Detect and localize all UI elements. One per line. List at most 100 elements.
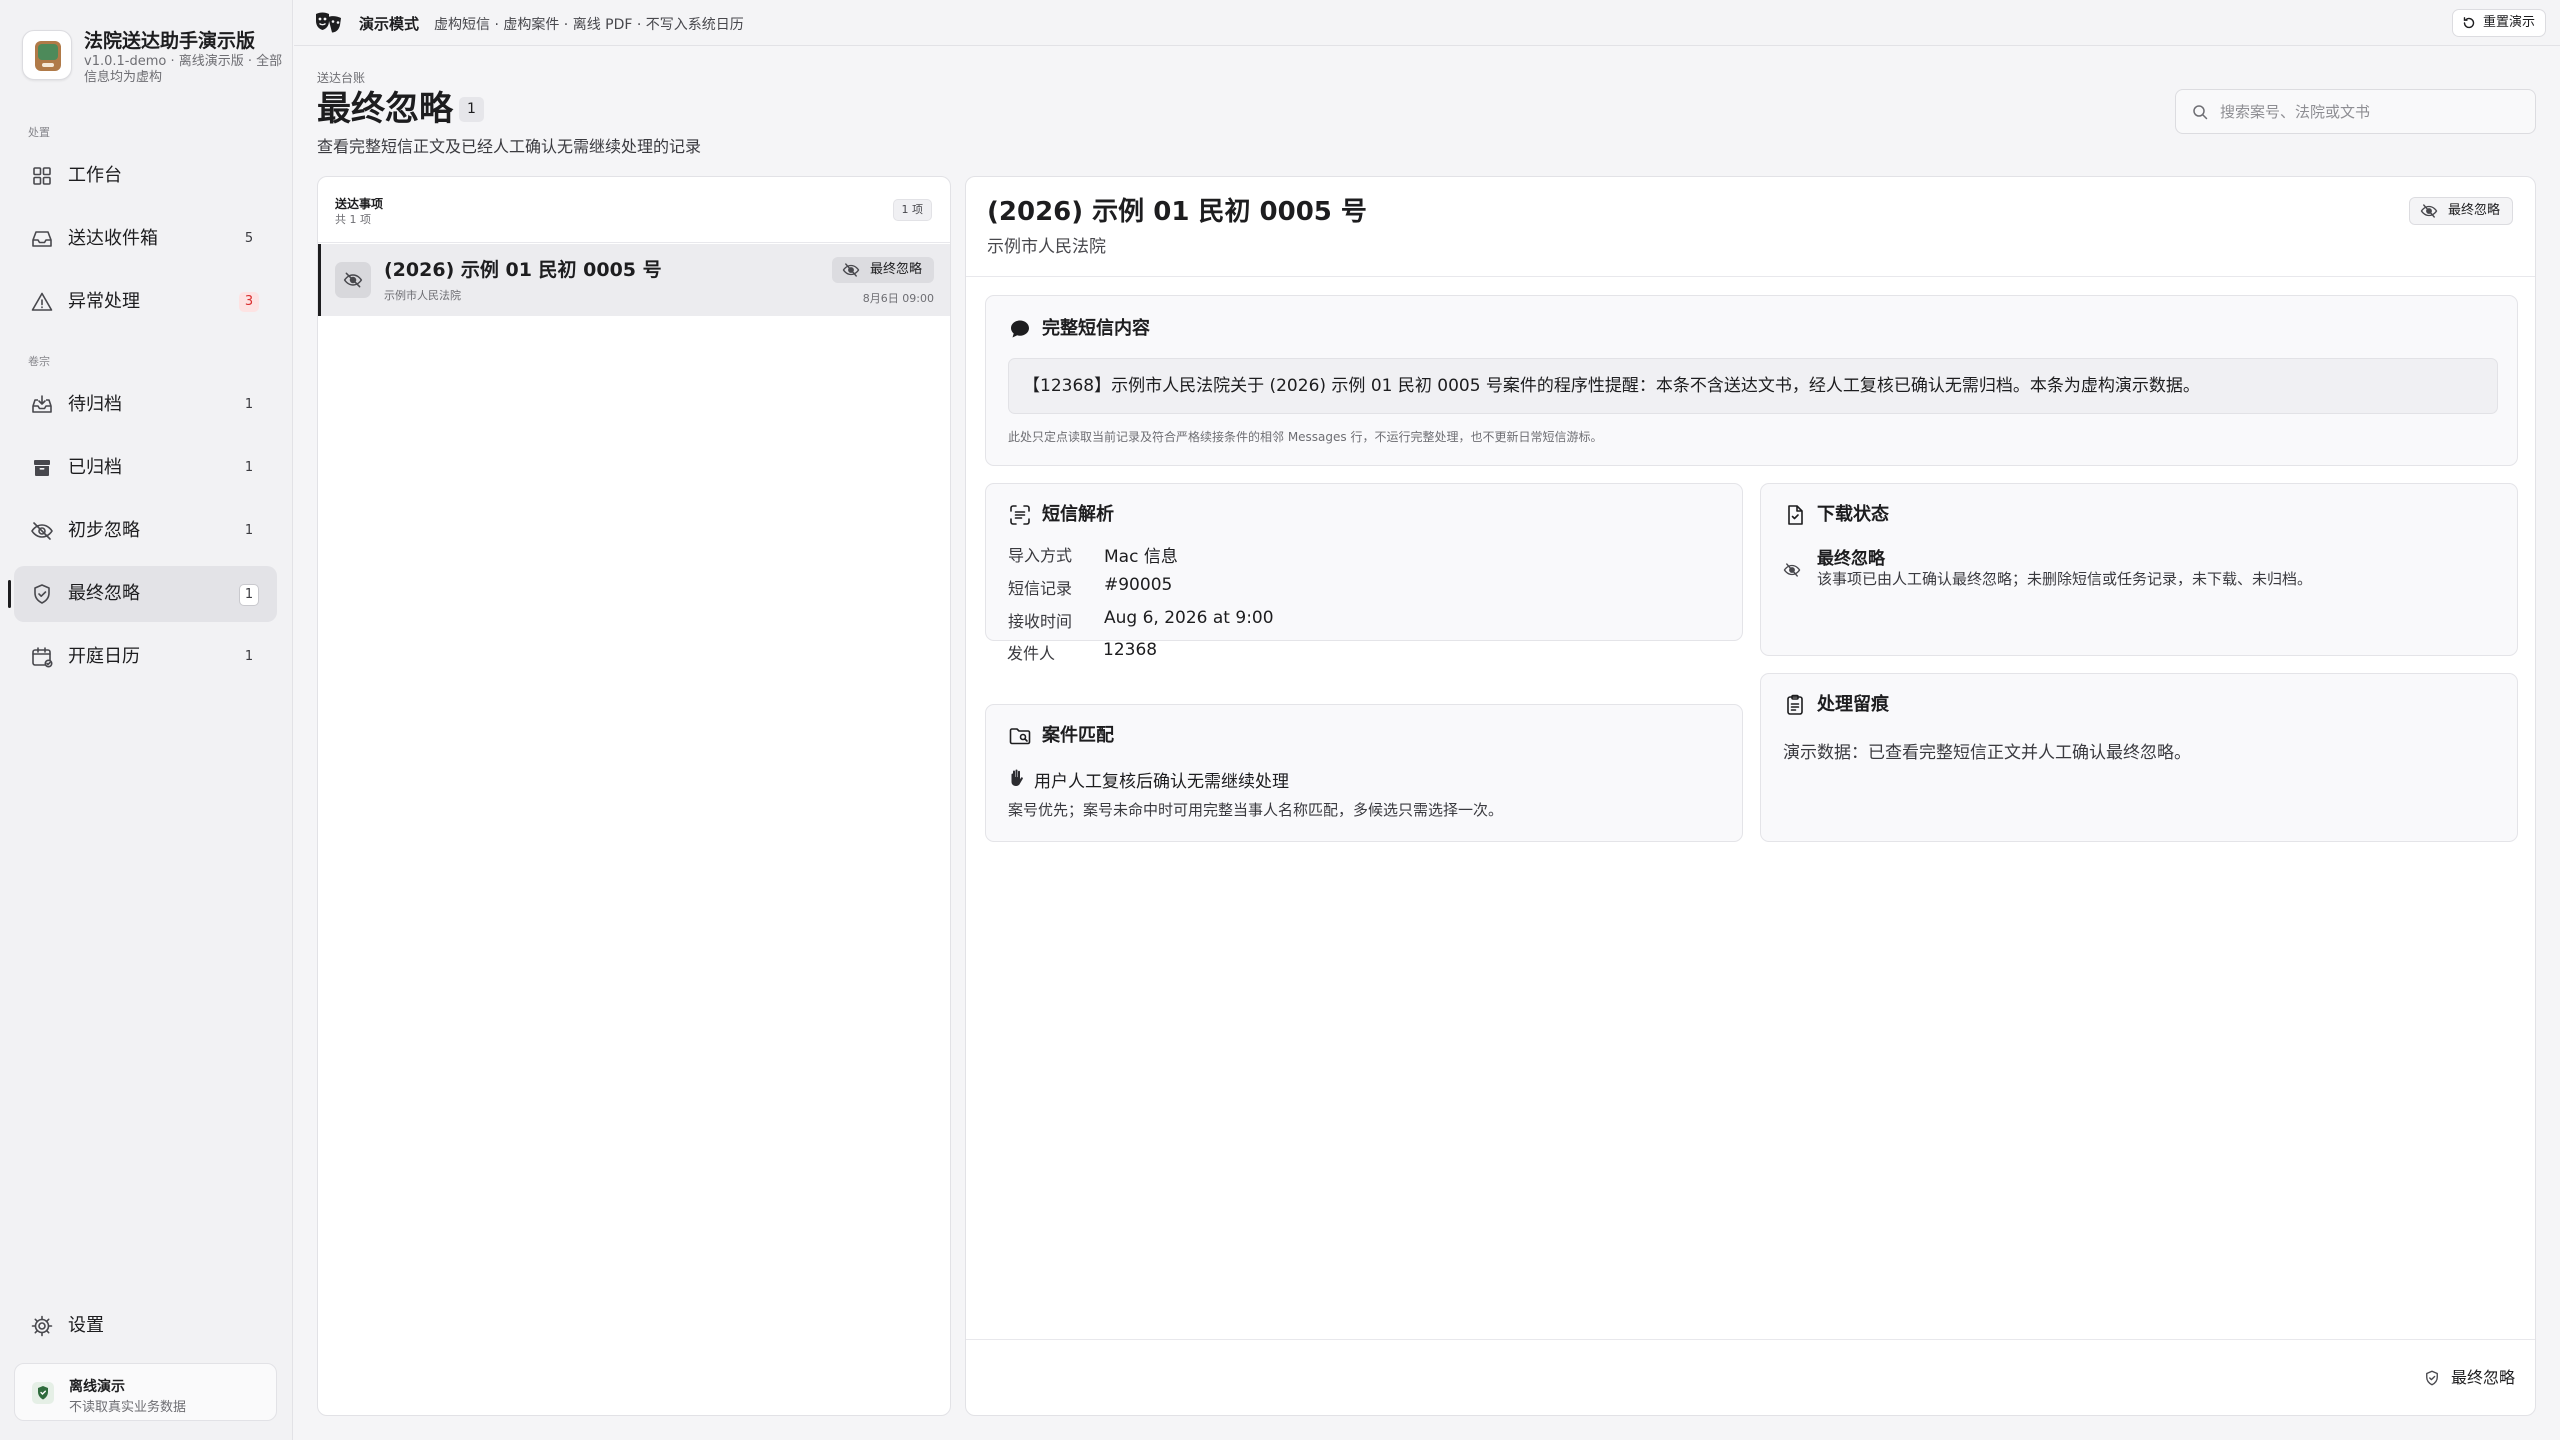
sidebar-item-pending-archive[interactable]: 待归档 1	[14, 377, 277, 433]
status-badge: 最终忽略	[831, 257, 934, 283]
sidebar-item-label: 工作台	[68, 165, 122, 186]
detail-court: 示例市人民法院	[987, 237, 1106, 257]
sms-content-card: 完整短信内容 【12368】示例市人民法院关于 (2026) 示例 01 民初 …	[985, 295, 2518, 466]
sidebar-item-workbench[interactable]: 工作台	[14, 148, 277, 204]
card-title: 案件匹配	[1008, 723, 1114, 749]
inbox-icon	[30, 227, 54, 251]
sidebar: 法院送达助手演示版 v1.0.1-demo · 离线演示版 · 全部信息均为虚构…	[0, 0, 293, 1440]
offline-status: 离线演示 不读取真实业务数据	[14, 1363, 277, 1421]
brand: 法院送达助手演示版 v1.0.1-demo · 离线演示版 · 全部信息均为虚构	[22, 26, 284, 90]
demo-banner: 演示模式 虚构短信 · 虚构案件 · 离线 PDF · 不写入系统日历 重置演示	[294, 0, 2560, 46]
status-badge-label: 最终忽略	[869, 262, 922, 277]
list-count-badge: 1 项	[892, 199, 932, 221]
sidebar-item-inbox[interactable]: 送达收件箱 5	[14, 211, 277, 267]
offline-subtitle: 不读取真实业务数据	[69, 1400, 187, 1415]
list-item-court: 示例市人民法院	[384, 289, 461, 302]
sidebar-item-settings[interactable]: 设置	[14, 1298, 277, 1354]
download-status-card: 下载状态 最终忽略 该事项已由人工确认最终忽略；未删除短信或任务记录，未下载、未…	[1760, 483, 2518, 656]
reset-demo-button[interactable]: 重置演示	[2451, 9, 2546, 37]
nav-section-process: 处置	[28, 126, 50, 139]
download-status-description: 该事项已由人工确认最终忽略；未删除短信或任务记录，未下载、未归档。	[1817, 570, 2313, 588]
card-title: 完整短信内容	[1008, 316, 1150, 342]
refresh-icon	[2462, 16, 2476, 30]
final-ignore-count: 1	[239, 584, 259, 606]
case-match-card: 案件匹配 用户人工复核后确认无需继续处理 案号优先；案号未命中时可用完整当事人名…	[985, 704, 1743, 842]
card-title-label: 完整短信内容	[1042, 318, 1150, 339]
shield-icon	[31, 1381, 55, 1405]
list-item-time: 8月6日 09:00	[862, 292, 934, 305]
item-list-panel: 送达事项 共 1 项 1 项 (2026) 示例 01 民初 0005 号 示例…	[317, 176, 951, 1416]
tray-icon	[30, 393, 54, 417]
detail-panel: (2026) 示例 01 民初 0005 号 示例市人民法院 最终忽略 完整短信…	[965, 176, 2536, 1416]
sidebar-item-initial-ignore[interactable]: 初步忽略 1	[14, 503, 277, 559]
download-status: 最终忽略	[1817, 549, 1885, 569]
app-title: 法院送达助手演示版	[84, 30, 256, 52]
archived-count: 1	[244, 460, 254, 475]
sidebar-item-label: 异常处理	[68, 291, 140, 312]
warning-icon	[30, 290, 54, 314]
eye-slash-icon	[2420, 203, 2438, 219]
match-result: 用户人工复核后确认无需继续处理	[1008, 767, 1289, 792]
exceptions-count: 3	[239, 292, 259, 312]
shield-check-icon	[2423, 1369, 2441, 1387]
eye-slash-icon	[343, 270, 363, 290]
sidebar-item-label: 送达收件箱	[68, 228, 158, 249]
final-ignore-button[interactable]: 最终忽略	[2423, 1366, 2515, 1390]
list-header: 送达事项 共 1 项 1 项	[318, 177, 950, 243]
demo-mode-label: 演示模式	[359, 15, 420, 33]
status-badge: 最终忽略	[2408, 197, 2513, 225]
final-ignore-label: 最终忽略	[2450, 1368, 2515, 1387]
card-title-label: 短信解析	[1042, 504, 1114, 525]
sidebar-item-label: 已归档	[68, 457, 122, 478]
match-rule: 案号优先；案号未命中时可用完整当事人名称匹配，多候选只需选择一次。	[1008, 801, 1504, 819]
page-title: 最终忽略	[317, 89, 453, 129]
detail-header: (2026) 示例 01 民初 0005 号 示例市人民法院 最终忽略	[966, 177, 2535, 277]
document-icon	[1783, 503, 1807, 527]
trace-text: 演示数据：已查看完整短信正文并人工确认最终忽略。	[1783, 743, 2191, 763]
nav-section-archive: 卷宗	[28, 355, 50, 368]
card-title-label: 案件匹配	[1042, 725, 1114, 746]
reset-demo-label: 重置演示	[2482, 15, 2535, 30]
folder-search-icon	[1008, 724, 1032, 748]
sidebar-item-final-ignore[interactable]: 最终忽略 1	[8, 566, 277, 622]
search-icon	[2192, 104, 2208, 120]
chat-bubble-icon	[1008, 317, 1032, 341]
app-version: v1.0.1-demo · 离线演示版 · 全部信息均为虚构	[84, 54, 283, 85]
offline-title: 离线演示	[69, 1379, 125, 1395]
demo-mode-description: 虚构短信 · 虚构案件 · 离线 PDF · 不写入系统日历	[434, 17, 744, 33]
clipboard-icon	[1783, 693, 1807, 717]
sidebar-item-label: 待归档	[68, 394, 122, 415]
list-total: 共 1 项	[335, 213, 371, 226]
theater-masks-icon	[314, 11, 344, 35]
list-item-case-number: (2026) 示例 01 民初 0005 号	[384, 259, 662, 281]
sms-note: 此处只定点读取当前记录及符合严格续接条件的相邻 Messages 行，不运行完整…	[1008, 430, 1603, 444]
eye-slash-icon	[842, 262, 860, 278]
sidebar-item-archived[interactable]: 已归档 1	[14, 440, 277, 496]
processing-trace-card: 处理留痕 演示数据：已查看完整短信正文并人工确认最终忽略。	[1760, 673, 2518, 842]
hand-icon	[1008, 769, 1024, 787]
card-title: 处理留痕	[1783, 692, 1889, 718]
breadcrumb: 送达台账	[317, 71, 366, 85]
grid-icon	[30, 164, 54, 188]
eye-slash-icon	[30, 519, 54, 543]
eye-slash-icon	[1783, 562, 1801, 578]
scan-text-icon	[1008, 503, 1032, 527]
pending-archive-count: 1	[244, 397, 254, 412]
sms-parse-card: 短信解析 导入方式 Mac 信息 短信记录 #90005 接收时间 Aug 6, 20…	[985, 483, 1743, 641]
list-item[interactable]: (2026) 示例 01 民初 0005 号 示例市人民法院 最终忽略 8月6日…	[318, 244, 950, 316]
app-logo	[22, 30, 72, 80]
detail-footer: 最终忽略	[966, 1339, 2535, 1415]
calendar-icon	[30, 645, 54, 669]
search-input[interactable]	[2220, 98, 2520, 126]
shield-check-icon	[30, 582, 54, 606]
sidebar-item-exceptions[interactable]: 异常处理 3	[14, 274, 277, 330]
sidebar-item-label: 初步忽略	[68, 520, 140, 541]
search-box	[2175, 89, 2536, 134]
sidebar-item-hearing-calendar[interactable]: 开庭日历 1	[14, 629, 277, 685]
list-title: 送达事项	[335, 197, 384, 211]
match-result-text: 用户人工复核后确认无需继续处理	[1034, 772, 1289, 792]
sidebar-item-label: 最终忽略	[68, 583, 140, 604]
card-title-label: 下载状态	[1817, 504, 1889, 525]
card-title: 下载状态	[1783, 502, 1889, 528]
sms-text: 【12368】示例市人民法院关于 (2026) 示例 01 民初 0005 号案…	[1008, 358, 2498, 414]
